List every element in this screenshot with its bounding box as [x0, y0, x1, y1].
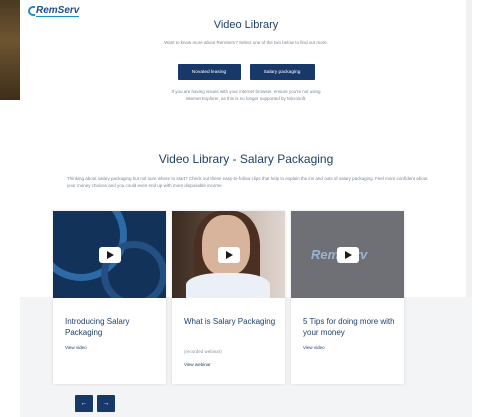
arrow-right-icon: → — [102, 400, 110, 407]
video-card[interactable]: RemServ 5 Tips for doing more with your … — [291, 211, 404, 384]
view-video-link[interactable]: View video — [303, 345, 325, 350]
video-card[interactable]: What is Salary Packaging (recorded webin… — [172, 211, 285, 384]
next-button[interactable]: → — [97, 395, 115, 412]
logo-text: RemServ — [36, 5, 80, 17]
view-webinar-link[interactable]: View webinar — [184, 362, 211, 367]
browser-notice: If you are having issues with your inter… — [171, 89, 321, 101]
card-title: What is Salary Packaging — [184, 317, 276, 326]
presenter-shirt — [186, 273, 270, 298]
video-card[interactable]: Introducing Salary Packaging View video — [53, 211, 166, 384]
play-icon[interactable] — [336, 246, 359, 263]
salary-packaging-title: Video Library - Salary Packaging — [158, 152, 334, 166]
library-intro: Want to know more about RemServ? Select … — [164, 40, 328, 45]
topic-buttons: Novated leasing Salary packaging — [20, 64, 472, 80]
card-title: 5 Tips for doing more with your money — [303, 317, 395, 337]
remserv-logo[interactable]: RemServ — [28, 4, 80, 18]
novated-leasing-button[interactable]: Novated leasing — [177, 64, 241, 80]
card-meta: (recorded webinar) — [184, 349, 222, 354]
arrow-left-icon: ← — [80, 400, 88, 407]
logo-mark-icon — [28, 6, 35, 16]
card-title: Introducing Salary Packaging — [65, 317, 130, 337]
video-thumbnail[interactable] — [172, 211, 285, 298]
background-photo-edge — [0, 0, 20, 100]
video-thumbnail[interactable]: RemServ — [291, 211, 404, 298]
previous-button[interactable]: ← — [75, 395, 93, 412]
presenter-face — [202, 215, 250, 275]
video-thumbnail[interactable] — [53, 211, 166, 298]
video-library-title: Video Library — [213, 19, 279, 31]
play-icon[interactable] — [217, 246, 240, 263]
salary-packaging-description: Thinking about salary packaging but not … — [67, 176, 428, 188]
salary-packaging-button[interactable]: Salary packaging — [249, 64, 315, 80]
play-icon[interactable] — [98, 246, 121, 263]
view-video-link[interactable]: View video — [65, 345, 87, 350]
